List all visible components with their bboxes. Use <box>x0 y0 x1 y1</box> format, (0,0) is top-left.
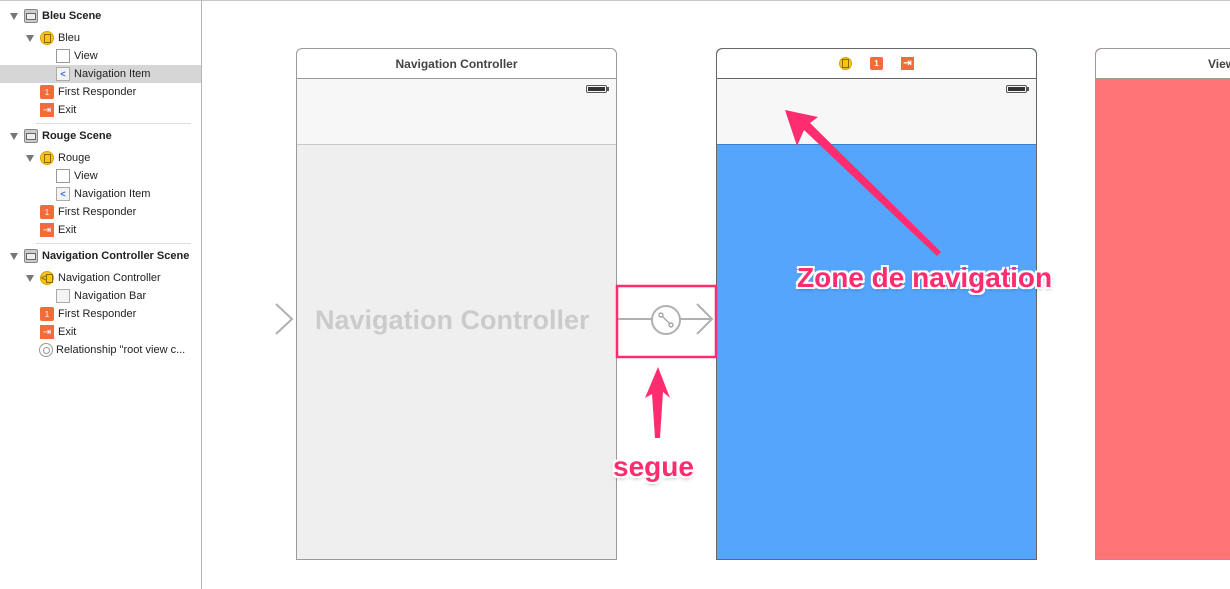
segue-connector[interactable] <box>618 303 714 335</box>
initial-entry-arrow[interactable] <box>203 303 294 335</box>
annotation-segue: segue <box>613 451 694 482</box>
canvas-overlay <box>203 110 941 438</box>
annotation-arrow-navigation <box>785 110 941 256</box>
annotation-navigation-zone: Zone de navigation <box>797 262 1053 293</box>
annotation-arrow-segue <box>645 367 670 438</box>
